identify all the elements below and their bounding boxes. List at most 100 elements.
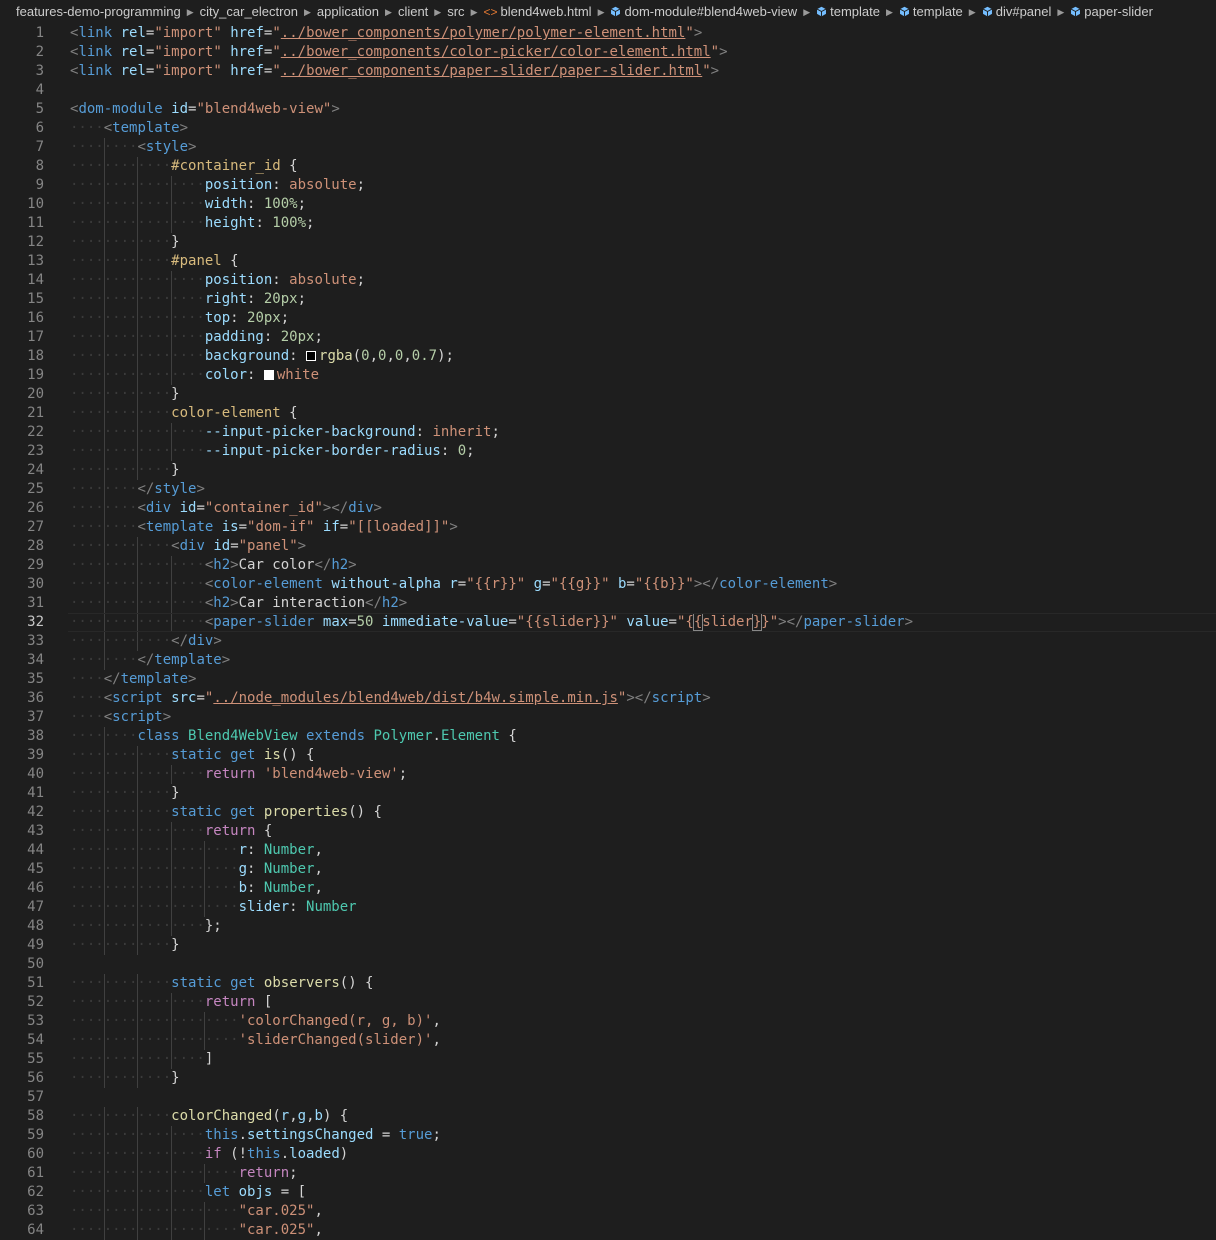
code-line[interactable]: 64 ····················"car.025",	[0, 1221, 1216, 1240]
code-line[interactable]: 14 ················position: absolute;	[0, 271, 1216, 290]
code-line[interactable]: 3 <link rel="import" href="../bower_compo…	[0, 62, 1216, 81]
token: Car color	[238, 557, 315, 573]
line-code: ················};	[70, 917, 222, 936]
code-line[interactable]: 33 ············</div>	[0, 632, 1216, 651]
code-line[interactable]: 38 ········class Blend4WebView extends Po…	[0, 727, 1216, 746]
token: if	[204, 1146, 222, 1162]
code-line[interactable]: 6 ····<template>	[0, 119, 1216, 138]
code-line[interactable]: 17 ················padding: 20px;	[0, 328, 1216, 347]
code-line[interactable]: 11 ················height: 100%;	[0, 214, 1216, 233]
breadcrumb-item[interactable]: template	[899, 4, 963, 19]
token: "blend4web-view"	[196, 101, 332, 117]
code-line[interactable]: 32 ················<paper-slider max=50 i…	[0, 613, 1216, 632]
code-line[interactable]: 46 ····················b: Number,	[0, 879, 1216, 898]
code-line[interactable]: 52 ················return [	[0, 993, 1216, 1012]
code-line[interactable]: 61 ····················return;	[0, 1164, 1216, 1183]
code-line[interactable]: 40 ················return 'blend4web-view…	[0, 765, 1216, 784]
code-line[interactable]: 41 ············}	[0, 784, 1216, 803]
code-line[interactable]: 36 ····<script src="../node_modules/blend…	[0, 689, 1216, 708]
code-line[interactable]: 16 ················top: 20px;	[0, 309, 1216, 328]
code-line[interactable]: 53 ····················'colorChanged(r, g…	[0, 1012, 1216, 1031]
breadcrumb-item[interactable]: src	[447, 4, 464, 19]
line-code: ············#container_id {	[70, 157, 298, 176]
code-line[interactable]: 12 ············}	[0, 233, 1216, 252]
token: this	[247, 1146, 281, 1162]
code-line[interactable]: 56 ············}	[0, 1069, 1216, 1088]
token: src	[171, 690, 197, 706]
code-line[interactable]: 43 ················return {	[0, 822, 1216, 841]
color-swatch[interactable]	[263, 370, 274, 380]
code-line[interactable]: 26 ········<div id="container_id"></div>	[0, 499, 1216, 518]
token: </	[103, 671, 121, 687]
code-line[interactable]: 25 ········</style>	[0, 480, 1216, 499]
code-line[interactable]: 51 ············static get observers() {	[0, 974, 1216, 993]
code-line[interactable]: 44 ····················r: Number,	[0, 841, 1216, 860]
code-line[interactable]: 50	[0, 955, 1216, 974]
code-line[interactable]: 5 <dom-module id="blend4web-view">	[0, 100, 1216, 119]
code-line[interactable]: 31 ················<h2>Car interaction</h…	[0, 594, 1216, 613]
breadcrumb-item[interactable]: div#panel	[982, 4, 1051, 19]
code-line[interactable]: 54 ····················'sliderChanged(sli…	[0, 1031, 1216, 1050]
breadcrumb-item[interactable]: features-demo-programming	[16, 4, 181, 19]
breadcrumb-item[interactable]: paper-slider	[1070, 4, 1153, 19]
code-line[interactable]: 42 ············static get properties() {	[0, 803, 1216, 822]
color-swatch[interactable]	[306, 351, 317, 361]
whitespace-dots: ····	[70, 690, 104, 706]
token: b	[238, 880, 248, 896]
breadcrumb-item[interactable]: template	[816, 4, 880, 19]
code-line[interactable]: 10 ················width: 100%;	[0, 195, 1216, 214]
code-line[interactable]: 59 ················this.settingsChanged =…	[0, 1126, 1216, 1145]
breadcrumb-item[interactable]: client	[398, 4, 428, 19]
code-line[interactable]: 47 ····················slider: Number	[0, 898, 1216, 917]
code-line[interactable]: 48 ················};	[0, 917, 1216, 936]
code-line[interactable]: 49 ············}	[0, 936, 1216, 955]
breadcrumb-item[interactable]: application	[317, 4, 379, 19]
code-line[interactable]: 29 ················<h2>Car color</h2>	[0, 556, 1216, 575]
token: position	[204, 272, 273, 288]
token: >	[702, 690, 711, 706]
token: g	[238, 861, 248, 877]
token: =	[230, 538, 239, 554]
code-line[interactable]: 22 ················--input-picker-backgro…	[0, 423, 1216, 442]
code-line[interactable]: 60 ················if (!this.loaded)	[0, 1145, 1216, 1164]
code-line[interactable]: 57	[0, 1088, 1216, 1107]
code-line[interactable]: 1 <link rel="import" href="../bower_compo…	[0, 24, 1216, 43]
code-line[interactable]: 35 ····</template>	[0, 670, 1216, 689]
code-line[interactable]: 55 ················]	[0, 1050, 1216, 1069]
code-line[interactable]: 2 <link rel="import" href="../bower_compo…	[0, 43, 1216, 62]
token: "car.025"	[238, 1222, 315, 1238]
code-line[interactable]: 21 ············color-element {	[0, 404, 1216, 423]
code-line[interactable]: 23 ················--input-picker-border-…	[0, 442, 1216, 461]
code-line[interactable]: 24 ············}	[0, 461, 1216, 480]
code-line[interactable]: 18 ················background: rgba(0,0,0…	[0, 347, 1216, 366]
code-line[interactable]: 4	[0, 81, 1216, 100]
line-number: 5	[35, 101, 44, 117]
code-line[interactable]: 9 ················position: absolute;	[0, 176, 1216, 195]
code-line[interactable]: 34 ········</template>	[0, 651, 1216, 670]
code-line[interactable]: 7 ········<style>	[0, 138, 1216, 157]
code-line[interactable]: 27 ········<template is="dom-if" if="[[lo…	[0, 518, 1216, 537]
breadcrumb-item[interactable]: <> blend4web.html	[483, 4, 591, 19]
breadcrumb-item[interactable]: dom-module#blend4web-view	[610, 4, 797, 19]
code-editor[interactable]: 1 <link rel="import" href="../bower_compo…	[0, 24, 1216, 1240]
code-line[interactable]: 58 ············colorChanged(r,g,b) {	[0, 1107, 1216, 1126]
code-line[interactable]: 37 ····<script>	[0, 708, 1216, 727]
code-line[interactable]: 20 ············}	[0, 385, 1216, 404]
token: 100%	[272, 215, 307, 231]
code-line[interactable]: 13 ············#panel {	[0, 252, 1216, 271]
code-line[interactable]: 19 ················color: white	[0, 366, 1216, 385]
line-number: 12	[27, 234, 44, 250]
code-line[interactable]: 62 ················let objs = [	[0, 1183, 1216, 1202]
code-line[interactable]: 45 ····················g: Number,	[0, 860, 1216, 879]
code-line[interactable]: 15 ················right: 20px;	[0, 290, 1216, 309]
line-number: 19	[27, 367, 44, 383]
code-line[interactable]: 63 ····················"car.025",	[0, 1202, 1216, 1221]
breadcrumb-item[interactable]: city_car_electron	[200, 4, 298, 19]
code-line[interactable]: 39 ············static get is() {	[0, 746, 1216, 765]
code-line[interactable]: 28 ············<div id="panel">	[0, 537, 1216, 556]
token: Number	[263, 880, 315, 896]
code-line[interactable]: 30 ················<color-element without…	[0, 575, 1216, 594]
code-line[interactable]: 8 ············#container_id {	[0, 157, 1216, 176]
